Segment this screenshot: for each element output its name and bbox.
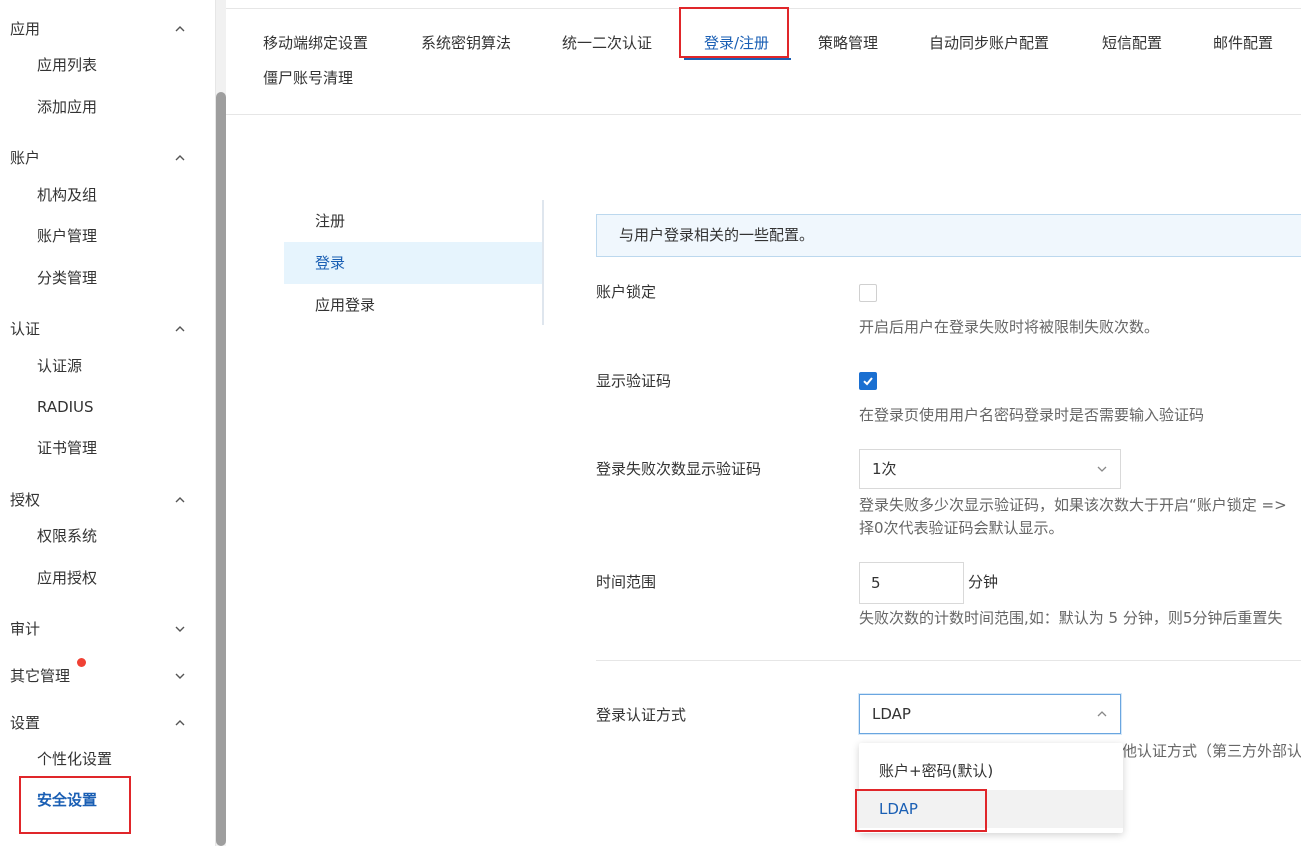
active-tab-underline xyxy=(684,58,791,60)
show-captcha-help: 在登录页使用用户名密码登录时是否需要输入验证码 xyxy=(859,406,1205,424)
sidebar-group-6[interactable]: 设置 xyxy=(10,708,190,738)
sidebar-group-5[interactable]: 其它管理 xyxy=(10,661,190,691)
info-banner: 与用户登录相关的一些配置。 xyxy=(596,214,1301,257)
sidebar-item[interactable]: 机构及组 xyxy=(37,181,97,209)
time-range-label: 时间范围 xyxy=(596,573,657,591)
sidebar-group-label: 认证 xyxy=(10,320,41,338)
sidebar-item[interactable]: RADIUS xyxy=(37,393,94,421)
chevron-up-icon xyxy=(170,143,190,173)
fail-count-help-line1: 登录失败多少次显示验证码，如果该次数大于开启“账户锁定 => xyxy=(859,496,1287,514)
sidebar-item[interactable]: 认证源 xyxy=(37,352,82,380)
time-range-help: 失败次数的计数时间范围,如：默认为 5 分钟，则5分钟后重置失 xyxy=(859,609,1283,627)
chevron-up-icon xyxy=(170,14,190,44)
checkmark-icon xyxy=(863,377,873,386)
sidebar-item[interactable]: 添加应用 xyxy=(37,93,97,121)
chevron-down-icon xyxy=(170,614,190,644)
sidebar-item[interactable]: 应用列表 xyxy=(37,51,97,79)
account-lock-checkbox[interactable] xyxy=(859,284,877,302)
tab-3[interactable]: 登录/注册 xyxy=(704,31,769,55)
sidebar-group-label: 账户 xyxy=(10,149,41,167)
sidebar-group-0[interactable]: 应用 xyxy=(10,14,190,44)
tab-7[interactable]: 邮件配置 xyxy=(1213,31,1273,55)
tab-4[interactable]: 策略管理 xyxy=(818,31,878,55)
sidebar-item[interactable]: 账户管理 xyxy=(37,222,97,250)
time-range-input[interactable]: 5 xyxy=(859,562,964,604)
sidebar-scrollbar-thumb[interactable] xyxy=(216,92,226,846)
tab-8[interactable]: 僵尸账号清理 xyxy=(263,66,353,90)
account-lock-label: 账户锁定 xyxy=(596,283,657,301)
sidebar-item[interactable]: 证书管理 xyxy=(37,434,97,462)
time-range-unit: 分钟 xyxy=(968,573,999,591)
login-auth-method-label: 登录认证方式 xyxy=(596,706,687,724)
chevron-down-icon xyxy=(170,661,190,691)
show-captcha-label: 显示验证码 xyxy=(596,372,672,390)
dropdown-option-account-password[interactable]: 账户+密码(默认) xyxy=(859,752,1123,790)
sidebar-item[interactable]: 个性化设置 xyxy=(37,745,112,773)
chevron-up-icon xyxy=(1096,695,1108,733)
sidebar-group-3[interactable]: 授权 xyxy=(10,485,190,515)
chevron-up-icon xyxy=(170,485,190,515)
inner-menu: 注册 登录 应用登录 xyxy=(284,200,544,325)
top-border xyxy=(226,8,1301,9)
fail-count-select-value: 1次 xyxy=(872,460,897,478)
sidebar-group-label: 应用 xyxy=(10,20,41,38)
tab-1[interactable]: 系统密钥算法 xyxy=(421,31,511,55)
dropdown-option-ldap[interactable]: LDAP xyxy=(859,790,1123,828)
fail-count-captcha-label: 登录失败次数显示验证码 xyxy=(596,460,762,478)
show-captcha-checkbox[interactable] xyxy=(859,372,877,390)
sidebar-group-4[interactable]: 审计 xyxy=(10,614,190,644)
tabs-divider xyxy=(226,114,1301,115)
sidebar-group-label: 设置 xyxy=(10,714,41,732)
form-divider xyxy=(596,660,1301,661)
sidebar-group-label: 授权 xyxy=(10,491,41,509)
inner-menu-login[interactable]: 登录 xyxy=(284,242,542,284)
notification-dot xyxy=(77,658,86,667)
inner-menu-register[interactable]: 注册 xyxy=(284,200,542,242)
sidebar-item[interactable]: 分类管理 xyxy=(37,264,97,292)
login-auth-method-dropdown: 账户+密码(默认) LDAP xyxy=(859,743,1123,833)
sidebar-group-label: 审计 xyxy=(10,620,41,638)
sidebar-group-label: 其它管理 xyxy=(10,667,71,685)
login-auth-method-value: LDAP xyxy=(872,705,911,723)
inner-menu-app-login[interactable]: 应用登录 xyxy=(284,284,542,326)
chevron-down-icon xyxy=(1096,450,1108,488)
chevron-up-icon xyxy=(170,314,190,344)
login-auth-method-help: 他认证方式（第三方外部认 xyxy=(1122,742,1301,760)
tab-2[interactable]: 统一二次认证 xyxy=(562,31,652,55)
tab-6[interactable]: 短信配置 xyxy=(1102,31,1162,55)
account-lock-help: 开启后用户在登录失败时将被限制失败次数。 xyxy=(859,318,1160,336)
sidebar-item[interactable]: 安全设置 xyxy=(37,786,97,814)
sidebar-group-1[interactable]: 账户 xyxy=(10,143,190,173)
tab-0[interactable]: 移动端绑定设置 xyxy=(263,31,368,55)
sidebar-item[interactable]: 应用授权 xyxy=(37,564,97,592)
chevron-up-icon xyxy=(170,708,190,738)
tab-5[interactable]: 自动同步账户配置 xyxy=(929,31,1049,55)
fail-count-select[interactable]: 1次 xyxy=(859,449,1121,489)
fail-count-help-line2: 择0次代表验证码会默认显示。 xyxy=(859,519,1064,537)
sidebar-item[interactable]: 权限系统 xyxy=(37,522,97,550)
login-auth-method-select[interactable]: LDAP xyxy=(859,694,1121,734)
sidebar-group-2[interactable]: 认证 xyxy=(10,314,190,344)
